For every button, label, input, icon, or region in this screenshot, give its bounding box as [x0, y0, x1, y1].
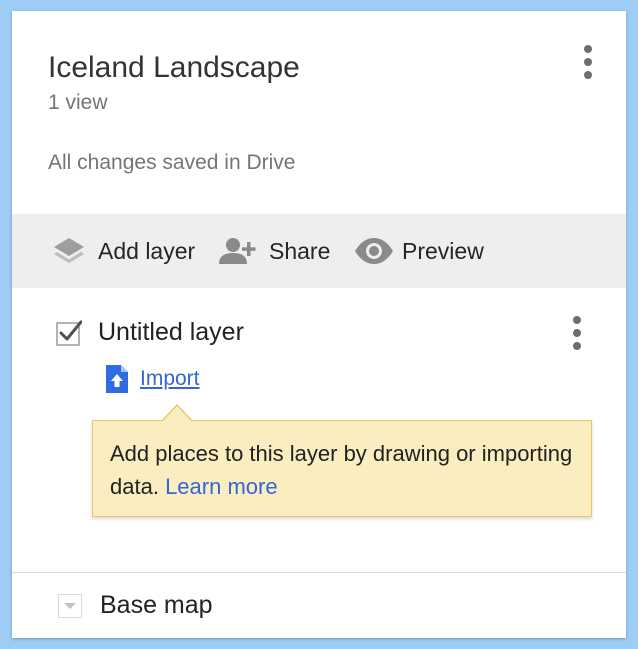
more-vert-icon	[584, 45, 592, 53]
map-title[interactable]: Iceland Landscape	[48, 51, 300, 85]
file-upload-icon	[106, 365, 128, 393]
base-map-section[interactable]: Base map	[12, 572, 626, 638]
map-options-button[interactable]	[578, 45, 598, 85]
layer-hint-tooltip: Add places to this layer by drawing or i…	[92, 404, 592, 517]
preview-label: Preview	[402, 237, 484, 264]
base-map-label: Base map	[100, 591, 213, 619]
learn-more-link[interactable]: Learn more	[165, 474, 278, 499]
share-button[interactable]: Share	[218, 214, 330, 288]
view-count: 1 view	[48, 91, 108, 114]
person-add-icon	[219, 238, 256, 264]
import-link[interactable]: Import	[106, 364, 200, 394]
layer-visibility-checkbox[interactable]	[56, 320, 83, 346]
map-toolbar: Add layer Share Preview	[12, 214, 626, 288]
layer-item: Untitled layer Import Add places to this…	[12, 288, 626, 572]
map-legend-panel: Iceland Landscape 1 view All changes sav…	[12, 11, 626, 638]
checkbox-checked-icon	[56, 320, 83, 346]
base-map-toggle[interactable]	[58, 594, 82, 618]
layer-name[interactable]: Untitled layer	[98, 318, 244, 347]
layer-options-button[interactable]	[567, 316, 587, 356]
add-layer-label: Add layer	[98, 237, 196, 264]
eye-icon	[355, 238, 393, 264]
layers-icon	[54, 238, 84, 263]
triangle-down-icon	[64, 603, 76, 609]
tooltip-text: Add places to this layer by drawing or i…	[110, 437, 580, 503]
share-label: Share	[269, 237, 331, 264]
import-label: Import	[140, 367, 200, 390]
map-header: Iceland Landscape 1 view All changes sav…	[12, 11, 626, 214]
add-layer-button[interactable]: Add layer	[52, 214, 195, 288]
preview-button[interactable]: Preview	[354, 214, 484, 288]
more-vert-icon	[573, 316, 581, 324]
save-status: All changes saved in Drive	[48, 151, 296, 174]
